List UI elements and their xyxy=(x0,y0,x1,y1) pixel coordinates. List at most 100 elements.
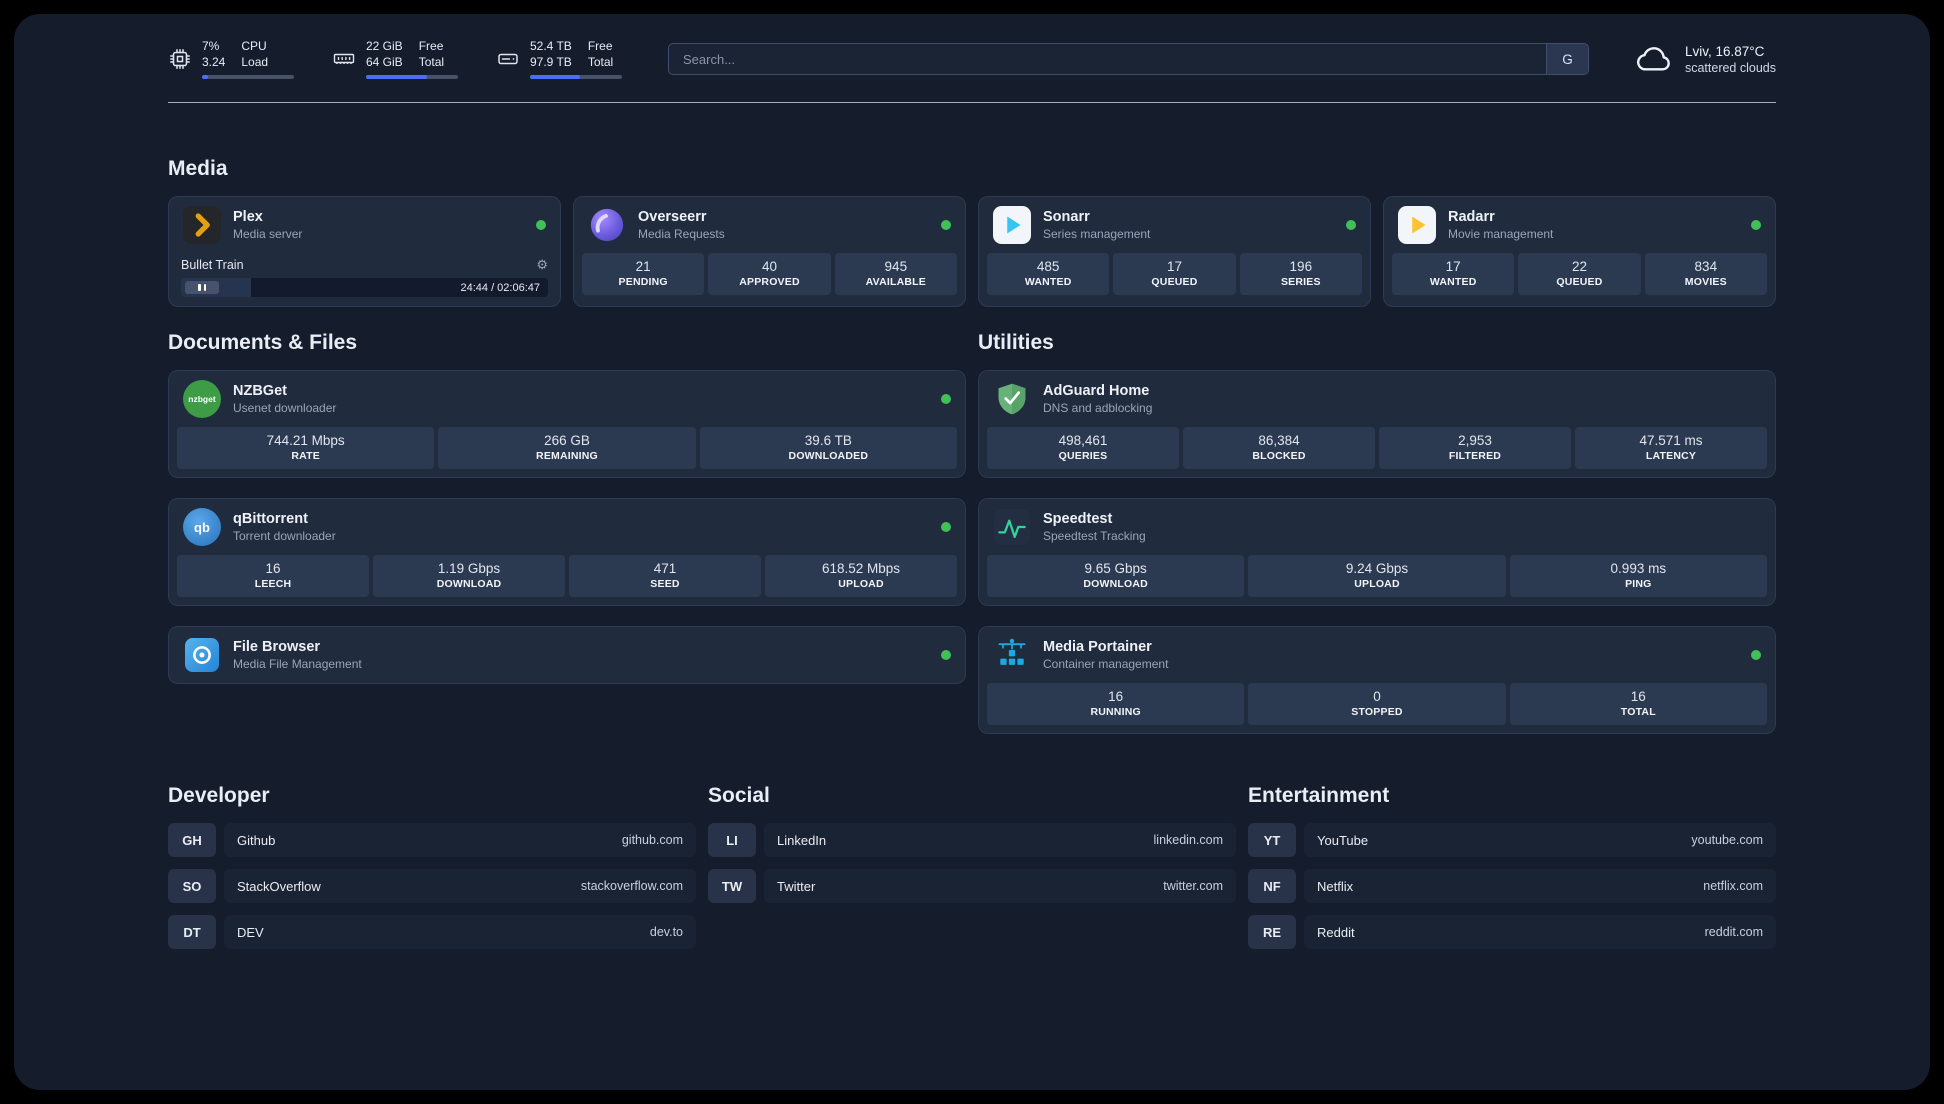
app-card-speedtest[interactable]: Speedtest Speedtest Tracking 9.65 Gbps D… xyxy=(978,498,1776,606)
bookmark-url: reddit.com xyxy=(1704,925,1763,939)
stat-label: QUEUED xyxy=(1151,276,1198,288)
app-card-plex[interactable]: Plex Media server Bullet Train ⚙ 24:44 /… xyxy=(168,196,561,307)
weather-location: Lviv, 16.87°C xyxy=(1684,43,1765,59)
app-card-radarr[interactable]: Radarr Movie management 17 WANTED 22 QUE… xyxy=(1383,196,1776,307)
stat-value: 618.52 Mbps xyxy=(821,561,901,576)
stat-value: 40 xyxy=(761,259,777,274)
stat-value: 0 xyxy=(1373,689,1381,704)
bookmark-abbr: RE xyxy=(1248,915,1296,949)
stat-tile: 834 MOVIES xyxy=(1644,253,1767,295)
status-dot xyxy=(1751,220,1761,230)
pause-button[interactable] xyxy=(185,281,219,294)
stat-label: FILTERED xyxy=(1448,450,1502,462)
section-title-developer: Developer xyxy=(168,784,270,807)
stat-value: 39.6 TB xyxy=(804,433,852,448)
speedtest-stats: 9.65 Gbps DOWNLOAD 9.24 Gbps UPLOAD 0.99… xyxy=(979,555,1775,605)
stat-label: DOWNLOADED xyxy=(788,450,869,462)
disk-monitor: 52.4 TB 97.9 TB Free Total xyxy=(496,38,622,80)
stat-tile: 196 SERIES xyxy=(1239,253,1362,295)
app-desc: Series management xyxy=(1043,227,1151,241)
bookmark-name: Twitter xyxy=(777,878,816,894)
bookmark-name: YouTube xyxy=(1317,832,1369,848)
stat-label: DOWNLOAD xyxy=(436,578,502,590)
stat-tile: 0.993 ms PING xyxy=(1509,555,1767,597)
bookmark-name: LinkedIn xyxy=(777,832,827,848)
stat-value: 9.24 Gbps xyxy=(1345,561,1409,576)
stat-value: 2,953 xyxy=(1458,433,1492,448)
stat-tile: 744.21 Mbps RATE xyxy=(177,427,435,469)
bookmark-row[interactable]: NF Netflix netflix.com xyxy=(1248,869,1776,903)
app-card-portainer[interactable]: Media Portainer Container management 16 … xyxy=(978,626,1776,734)
section-title-entertainment: Entertainment xyxy=(1248,784,1390,807)
memory-icon xyxy=(333,53,355,64)
app-desc: Media Requests xyxy=(638,227,725,241)
bookmark-row[interactable]: GH Github github.com xyxy=(168,823,696,857)
radarr-stats: 17 WANTED 22 QUEUED 834 MOVIES xyxy=(1384,253,1775,303)
app-card-adguard[interactable]: AdGuard Home DNS and adblocking 498,461 … xyxy=(978,370,1776,478)
bookmark-row[interactable]: RE Reddit reddit.com xyxy=(1248,915,1776,949)
bookmark-row[interactable]: LI LinkedIn linkedin.com xyxy=(708,823,1236,857)
stat-value: 22 xyxy=(1571,259,1587,274)
adguard-stats: 498,461 QUERIES 86,384 BLOCKED 2,953 FIL… xyxy=(979,427,1775,477)
playback-time: 24:44 / 02:06:47 xyxy=(460,281,540,294)
stat-tile: 22 QUEUED xyxy=(1518,253,1641,295)
app-name: File Browser xyxy=(233,639,321,655)
app-desc: Media File Management xyxy=(233,657,362,671)
stat-label: SEED xyxy=(650,578,680,590)
cpu-usage-percent: 7% xyxy=(202,38,220,53)
stat-value: 834 xyxy=(1694,259,1718,274)
app-name: AdGuard Home xyxy=(1043,383,1150,399)
stat-label: QUEUED xyxy=(1556,276,1603,288)
stat-value: 86,384 xyxy=(1258,433,1300,448)
stat-label: WANTED xyxy=(1024,276,1072,288)
stat-tile: 16 RUNNING xyxy=(987,683,1245,725)
sonarr-icon xyxy=(993,206,1031,244)
app-card-qbittorrent[interactable]: qb qBittorrent Torrent downloader 16 LEE… xyxy=(168,498,966,606)
status-dot xyxy=(941,522,951,532)
stat-tile: 1.19 Gbps DOWNLOAD xyxy=(373,555,565,597)
bookmark-row[interactable]: YT YouTube youtube.com xyxy=(1248,823,1776,857)
stat-value: 17 xyxy=(1445,259,1461,274)
bookmark-row[interactable]: DT DEV dev.to xyxy=(168,915,696,949)
stat-tile: 485 WANTED xyxy=(987,253,1110,295)
stat-value: 498,461 xyxy=(1058,433,1108,448)
media-section: Plex Media server Bullet Train ⚙ 24:44 /… xyxy=(168,196,1776,307)
stat-tile: 471 SEED xyxy=(569,555,761,597)
cpu-monitor: 7% 3.24 CPU Load xyxy=(168,38,294,80)
stat-value: 21 xyxy=(635,259,651,274)
bookmark-row[interactable]: SO StackOverflow stackoverflow.com xyxy=(168,869,696,903)
stat-label: UPLOAD xyxy=(838,578,884,590)
disk-total-label: Total xyxy=(587,54,614,69)
status-dot xyxy=(941,220,951,230)
bookmark-abbr: SO xyxy=(168,869,216,903)
bookmark-abbr: LI xyxy=(708,823,756,857)
bookmark-abbr: GH xyxy=(168,823,216,857)
settings-gear-icon[interactable]: ⚙ xyxy=(536,257,548,273)
app-desc: Movie management xyxy=(1448,227,1554,241)
bookmark-url: linkedin.com xyxy=(1153,833,1223,847)
bookmark-name: StackOverflow xyxy=(237,878,321,894)
bookmark-abbr: DT xyxy=(168,915,216,949)
stat-label: BLOCKED xyxy=(1252,450,1306,462)
app-card-sonarr[interactable]: Sonarr Series management 485 WANTED 17 Q… xyxy=(978,196,1371,307)
stat-value: 196 xyxy=(1289,259,1313,274)
cpu-label: CPU xyxy=(241,38,267,53)
disk-free-label: Free xyxy=(587,38,613,53)
status-dot xyxy=(536,220,546,230)
dashboard-page: 7% 3.24 CPU Load 22 GiB 64 GiB Free Tota… xyxy=(14,14,1930,1090)
portainer-stats: 16 RUNNING 0 STOPPED 16 TOTAL xyxy=(979,683,1775,733)
app-card-overseerr[interactable]: Overseerr Media Requests 21 PENDING 40 A… xyxy=(573,196,966,307)
app-card-nzbget[interactable]: nzbget NZBGet Usenet downloader 744.21 M… xyxy=(168,370,966,478)
section-title-utilities: Utilities xyxy=(978,331,1054,354)
stat-value: 485 xyxy=(1036,259,1060,274)
playback-progress-bar[interactable]: 24:44 / 02:06:47 xyxy=(181,278,548,297)
search-engine-button[interactable]: G xyxy=(1545,44,1588,74)
stat-tile: 16 LEECH xyxy=(177,555,369,597)
stat-tile: 0 STOPPED xyxy=(1248,683,1506,725)
app-card-filebrowser[interactable]: File Browser Media File Management xyxy=(168,626,966,684)
plex-now-playing: Bullet Train ⚙ 24:44 / 02:06:47 xyxy=(169,253,560,306)
app-desc: Speedtest Tracking xyxy=(1043,529,1146,543)
bookmark-row[interactable]: TW Twitter twitter.com xyxy=(708,869,1236,903)
search-input[interactable] xyxy=(669,44,1546,74)
overseerr-stats: 21 PENDING 40 APPROVED 945 AVAILABLE xyxy=(574,253,965,303)
